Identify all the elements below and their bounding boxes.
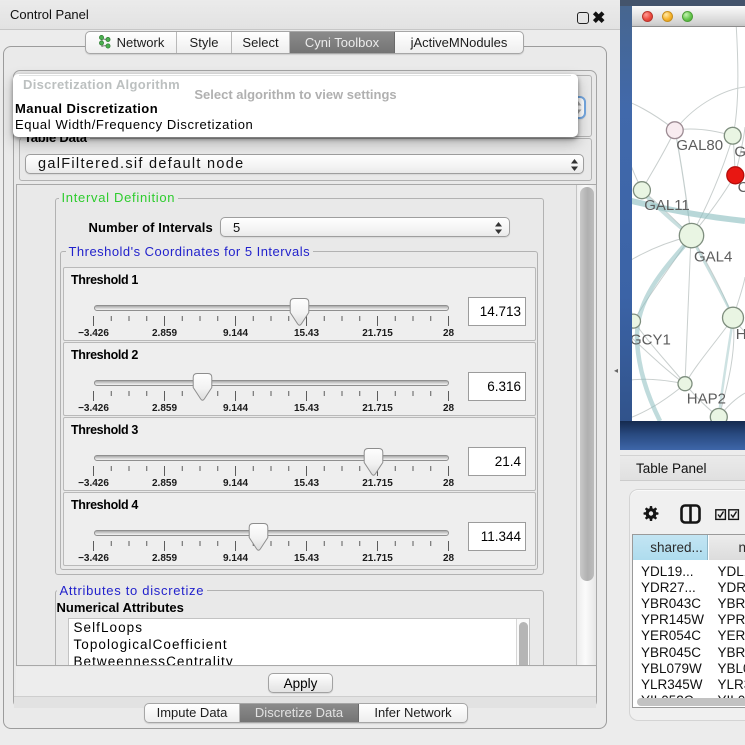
svg-text:GCY1: GCY1 — [632, 332, 671, 349]
svg-text:H: H — [736, 326, 745, 343]
svg-text:HAP2: HAP2 — [687, 390, 726, 407]
svg-text:C: C — [738, 179, 745, 196]
svg-text:GAL11: GAL11 — [644, 197, 690, 214]
svg-text:GAL4: GAL4 — [694, 248, 732, 265]
svg-text:GAL80: GAL80 — [676, 137, 723, 154]
svg-text:GA: GA — [734, 144, 745, 161]
